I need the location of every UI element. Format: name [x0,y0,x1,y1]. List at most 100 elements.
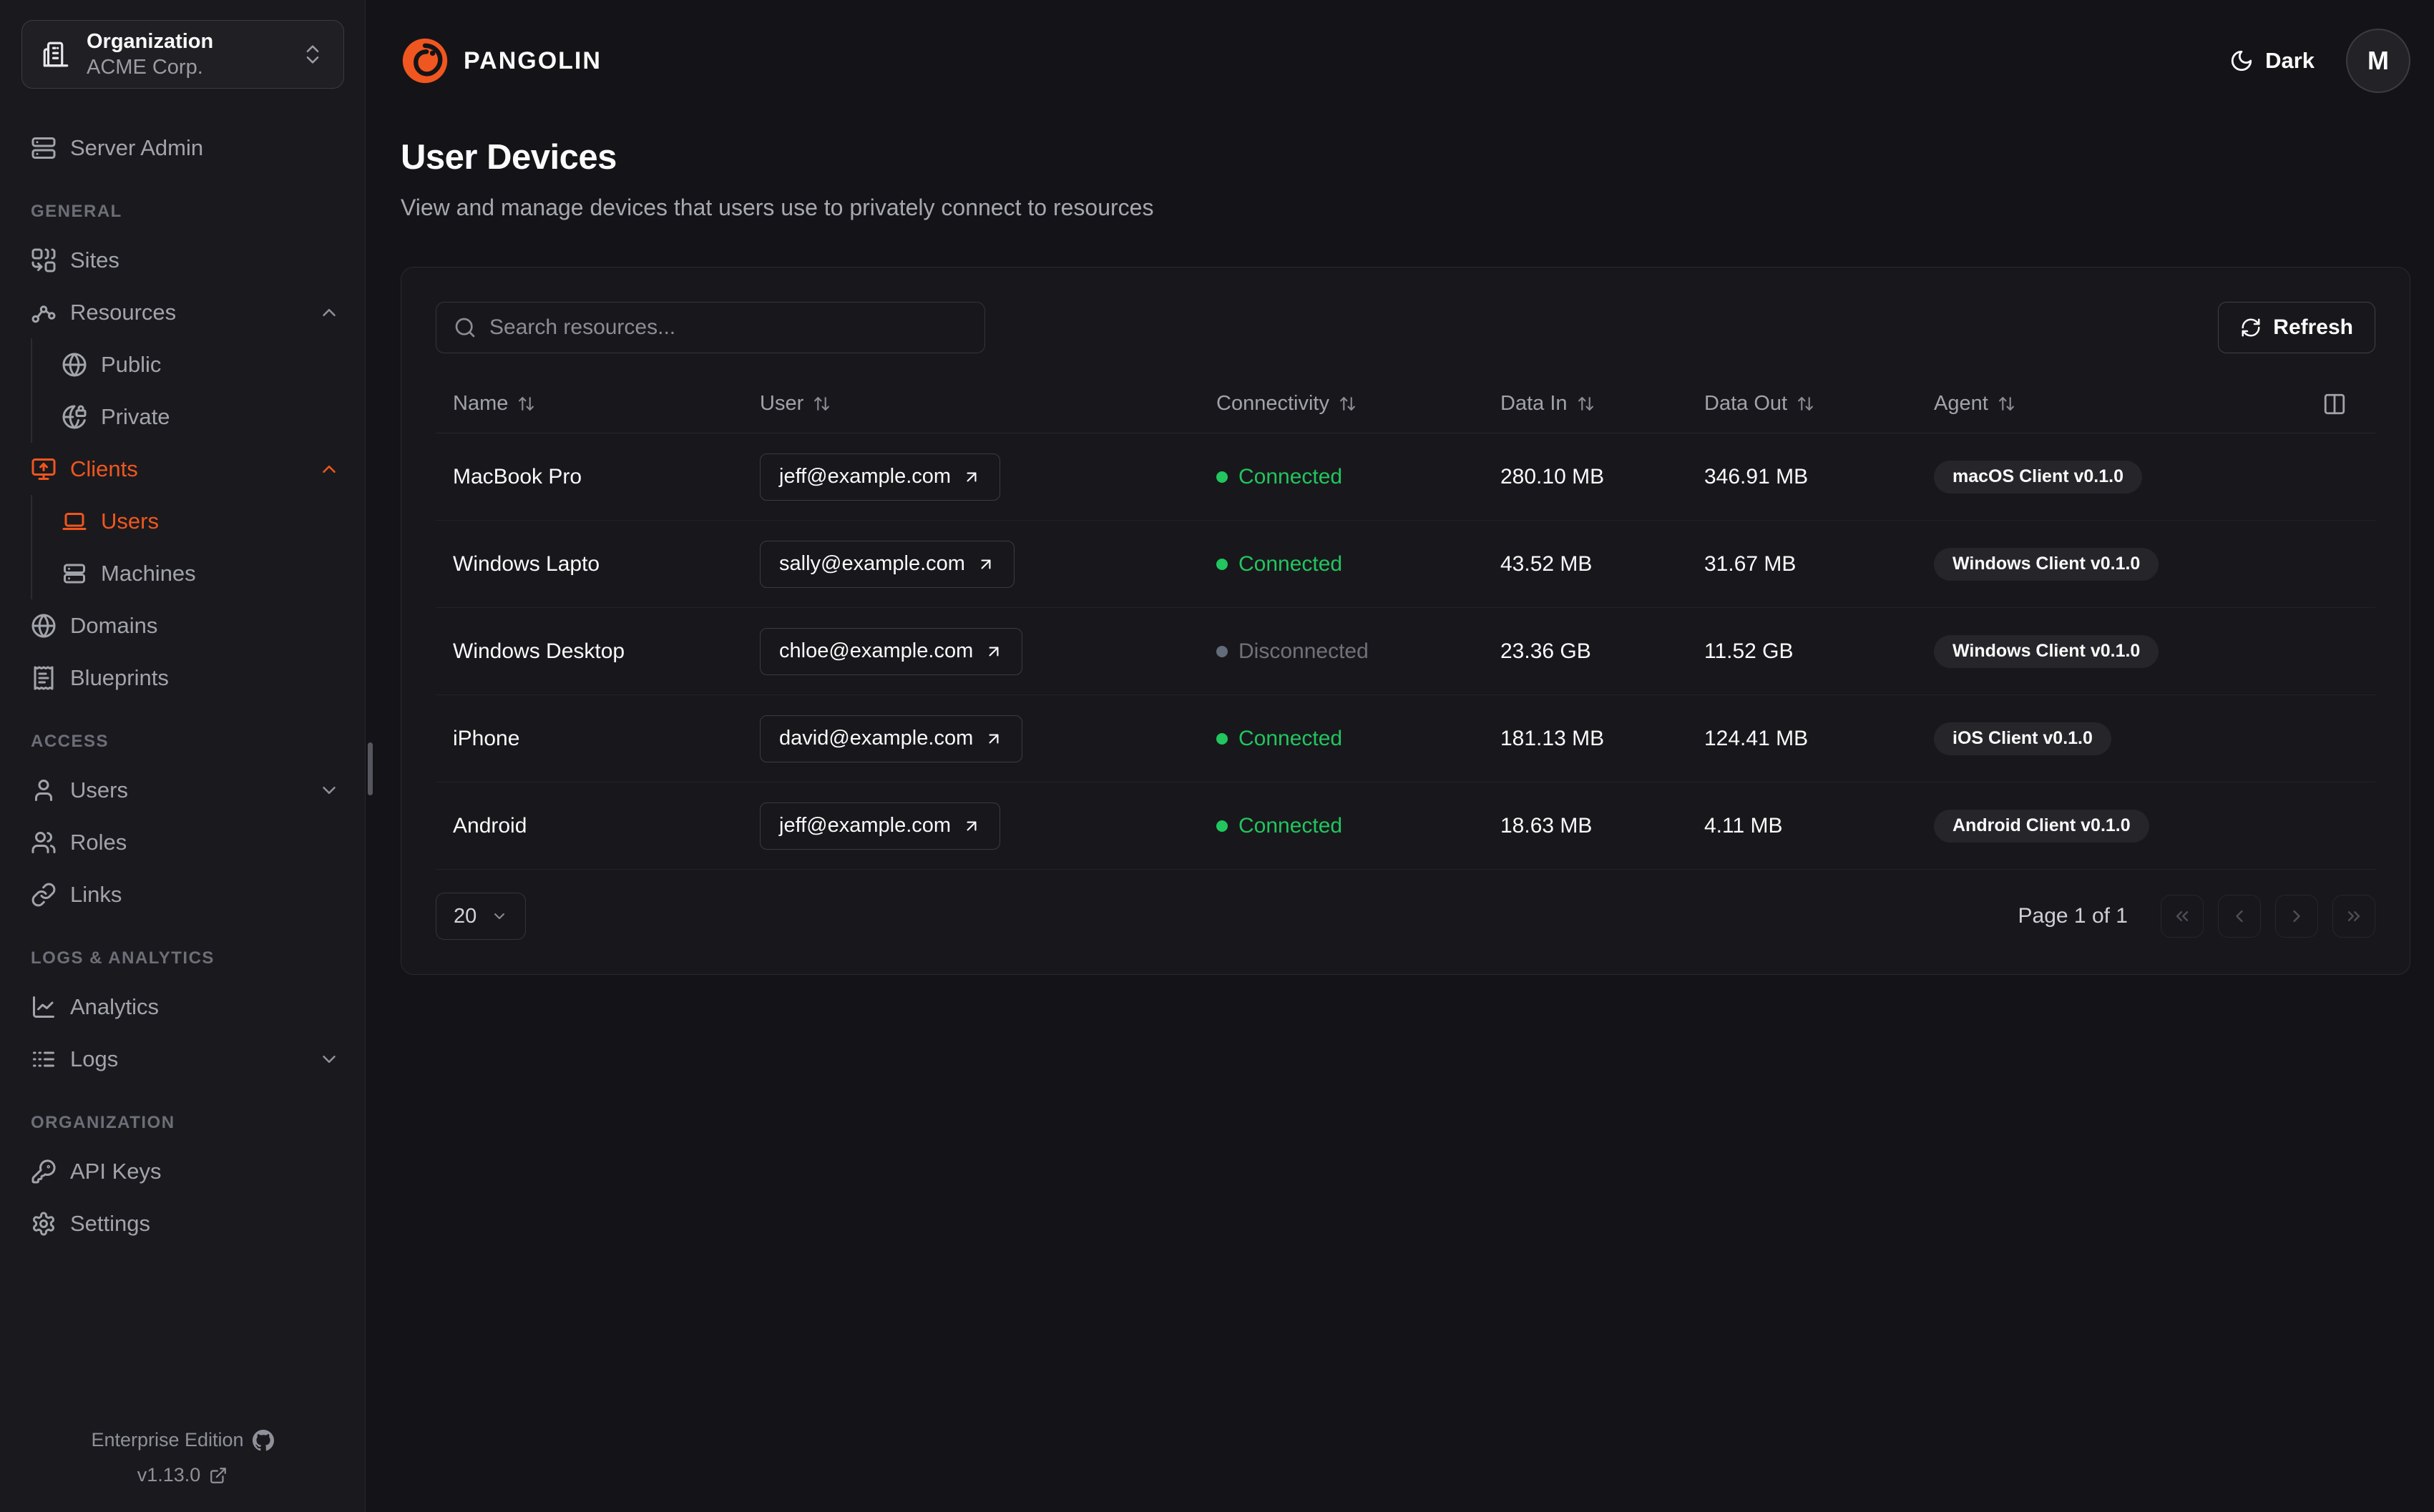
last-page-button[interactable] [2332,895,2375,938]
sidebar-item-logs[interactable]: Logs [31,1033,340,1085]
section-label-logs-analytics: LOGS & ANALYTICS [31,948,215,968]
sidebar-item-roles[interactable]: Roles [31,816,340,868]
device-name: iPhone [453,726,520,750]
sort-icon [1340,397,1355,411]
sidebar-item-links[interactable]: Links [31,868,340,921]
next-page-button[interactable] [2275,895,2318,938]
sidebar-item-private[interactable]: Private [32,391,340,443]
brand[interactable]: PANGOLIN [401,36,602,85]
user-link-button[interactable]: david@example.com [760,715,1023,762]
column-header-data-out[interactable]: Data Out [1687,392,1917,416]
sidebar-footer: Enterprise Edition v1.13.0 [0,1416,365,1486]
edition-label: Enterprise Edition [91,1429,244,1450]
sidebar-nav: Server Admin GENERAL Sites Resources Pub… [0,122,365,1250]
first-page-button[interactable] [2161,895,2204,938]
globe-lock-icon [62,405,87,428]
devices-card: Refresh Name User Connectivity Data In [401,267,2410,975]
sidebar-item-label: Blueprints [70,664,169,690]
status-label: Connected [1238,551,1343,576]
status-dot [1216,471,1228,483]
status-label: Connected [1238,726,1343,750]
user-link-button[interactable]: sally@example.com [760,540,1015,588]
sidebar-item-clients-machines[interactable]: Machines [32,547,340,599]
receipt-icon [34,666,54,689]
chevron-down-icon [323,1055,336,1063]
columns-toggle-icon[interactable] [2322,392,2347,416]
search-input[interactable] [489,315,967,340]
column-header-data-in[interactable]: Data In [1483,392,1687,416]
user-link-button[interactable]: chloe@example.com [760,627,1023,675]
user-email: jeff@example.com [779,814,952,837]
section-label-general: GENERAL [31,202,122,221]
globe-icon [62,353,87,376]
column-label: Connectivity [1216,392,1329,415]
sidebar-resize-handle[interactable] [368,742,373,795]
user-email: jeff@example.com [779,465,952,488]
github-icon[interactable] [252,1429,274,1451]
column-header-agent[interactable]: Agent [1917,392,2322,416]
user-icon [35,779,52,801]
moon-icon [2231,50,2252,72]
monitor-up-icon [31,458,56,480]
avatar[interactable]: M [2346,29,2410,93]
pagination: 20 Page 1 of 1 [436,893,2375,940]
sidebar-item-sites[interactable]: Sites [31,234,340,286]
resources-subgroup: Public Private [31,338,340,443]
column-header-user[interactable]: User [743,392,1199,416]
sort-icon [1998,397,2014,411]
org-switcher[interactable]: Organization ACME Corp. [21,20,344,89]
combine-icon [31,248,56,272]
sidebar-item-clients[interactable]: Clients [31,443,340,495]
sidebar-item-domains[interactable]: Domains [31,599,340,652]
data-out-value: 11.52 GB [1704,639,1794,663]
chevrons-up-down-icon [306,45,319,64]
sidebar-item-blueprints[interactable]: Blueprints [31,652,340,704]
chevrons-left-icon [2176,911,2189,921]
sidebar-item-label: Domains [70,612,158,638]
key-icon [31,1159,56,1183]
page-size-value: 20 [454,904,477,928]
user-link-button[interactable]: jeff@example.com [760,802,1001,850]
column-label: Name [453,392,509,415]
sidebar-item-analytics[interactable]: Analytics [31,981,340,1033]
globe-icon [31,614,56,637]
edition-line: Enterprise Edition [0,1429,365,1451]
refresh-icon [2242,318,2260,337]
theme-toggle[interactable]: Dark [2229,48,2315,74]
refresh-button[interactable]: Refresh [2218,302,2375,353]
search-box [436,302,985,353]
connectivity-status: Connected [1216,727,1483,751]
avatar-initial: M [2367,46,2389,75]
clients-subgroup: Users Machines [31,495,340,599]
column-header-connectivity[interactable]: Connectivity [1199,392,1483,416]
version-line[interactable]: v1.13.0 [0,1464,365,1486]
column-header-name[interactable]: Name [436,392,743,416]
sidebar-item-resources[interactable]: Resources [31,286,340,338]
connectivity-status: Connected [1216,814,1483,838]
sidebar-item-clients-users[interactable]: Users [32,495,340,547]
sidebar-item-server-admin[interactable]: Server Admin [31,122,340,174]
page-size-select[interactable]: 20 [436,893,527,940]
sidebar-item-label: Links [70,881,122,907]
table-row: Windows Lapto sally@example.com Connecte… [436,521,2375,608]
section-label-organization: ORGANIZATION [31,1113,175,1132]
user-link-button[interactable]: jeff@example.com [760,453,1001,501]
sidebar-item-api-keys[interactable]: API Keys [31,1145,340,1197]
page-title: User Devices [401,138,617,177]
chevron-down-icon [494,913,505,919]
sidebar-item-users[interactable]: Users [31,764,340,816]
connectivity-status: Connected [1216,552,1483,576]
previous-page-button[interactable] [2218,895,2261,938]
chevron-down-icon [323,786,336,794]
device-name: Android [453,813,527,838]
chart-line-icon [33,996,54,1018]
version-label: v1.13.0 [137,1464,201,1486]
gear-icon [33,1212,54,1235]
sidebar-item-settings[interactable]: Settings [31,1197,340,1250]
sidebar-item-label: Machines [101,560,196,586]
data-in-value: 280.10 MB [1500,464,1605,489]
waypoints-icon [31,305,56,323]
device-name: MacBook Pro [453,464,582,489]
topbar: PANGOLIN Dark M [401,29,2410,93]
sidebar-item-public[interactable]: Public [32,338,340,391]
